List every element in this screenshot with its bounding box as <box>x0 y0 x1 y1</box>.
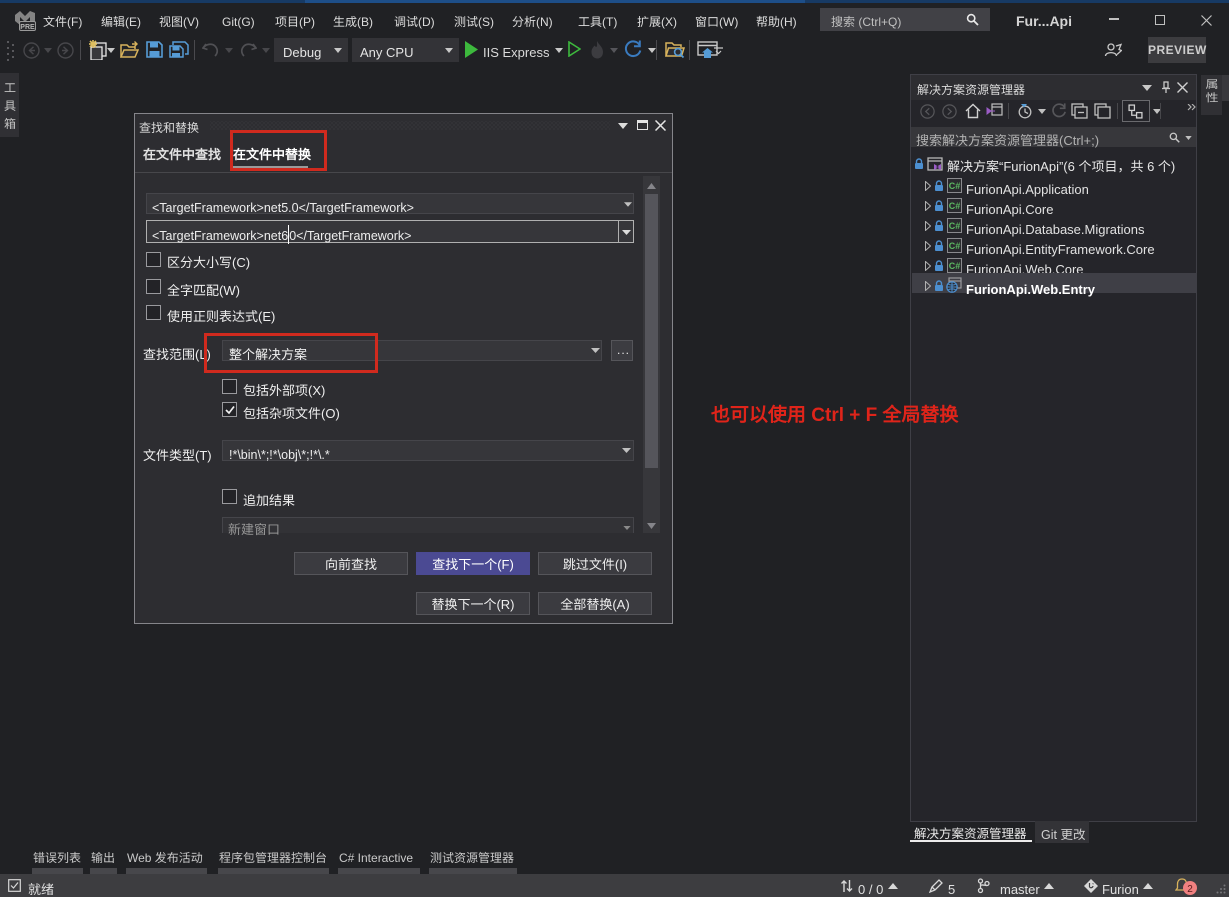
svg-text:C#: C# <box>949 239 961 252</box>
svg-text:C#: C# <box>949 199 961 212</box>
svg-text:PRE: PRE <box>20 22 35 32</box>
svg-text:C#: C# <box>949 259 961 272</box>
svg-text:C#: C# <box>949 219 961 232</box>
svg-text:C#: C# <box>949 179 961 192</box>
